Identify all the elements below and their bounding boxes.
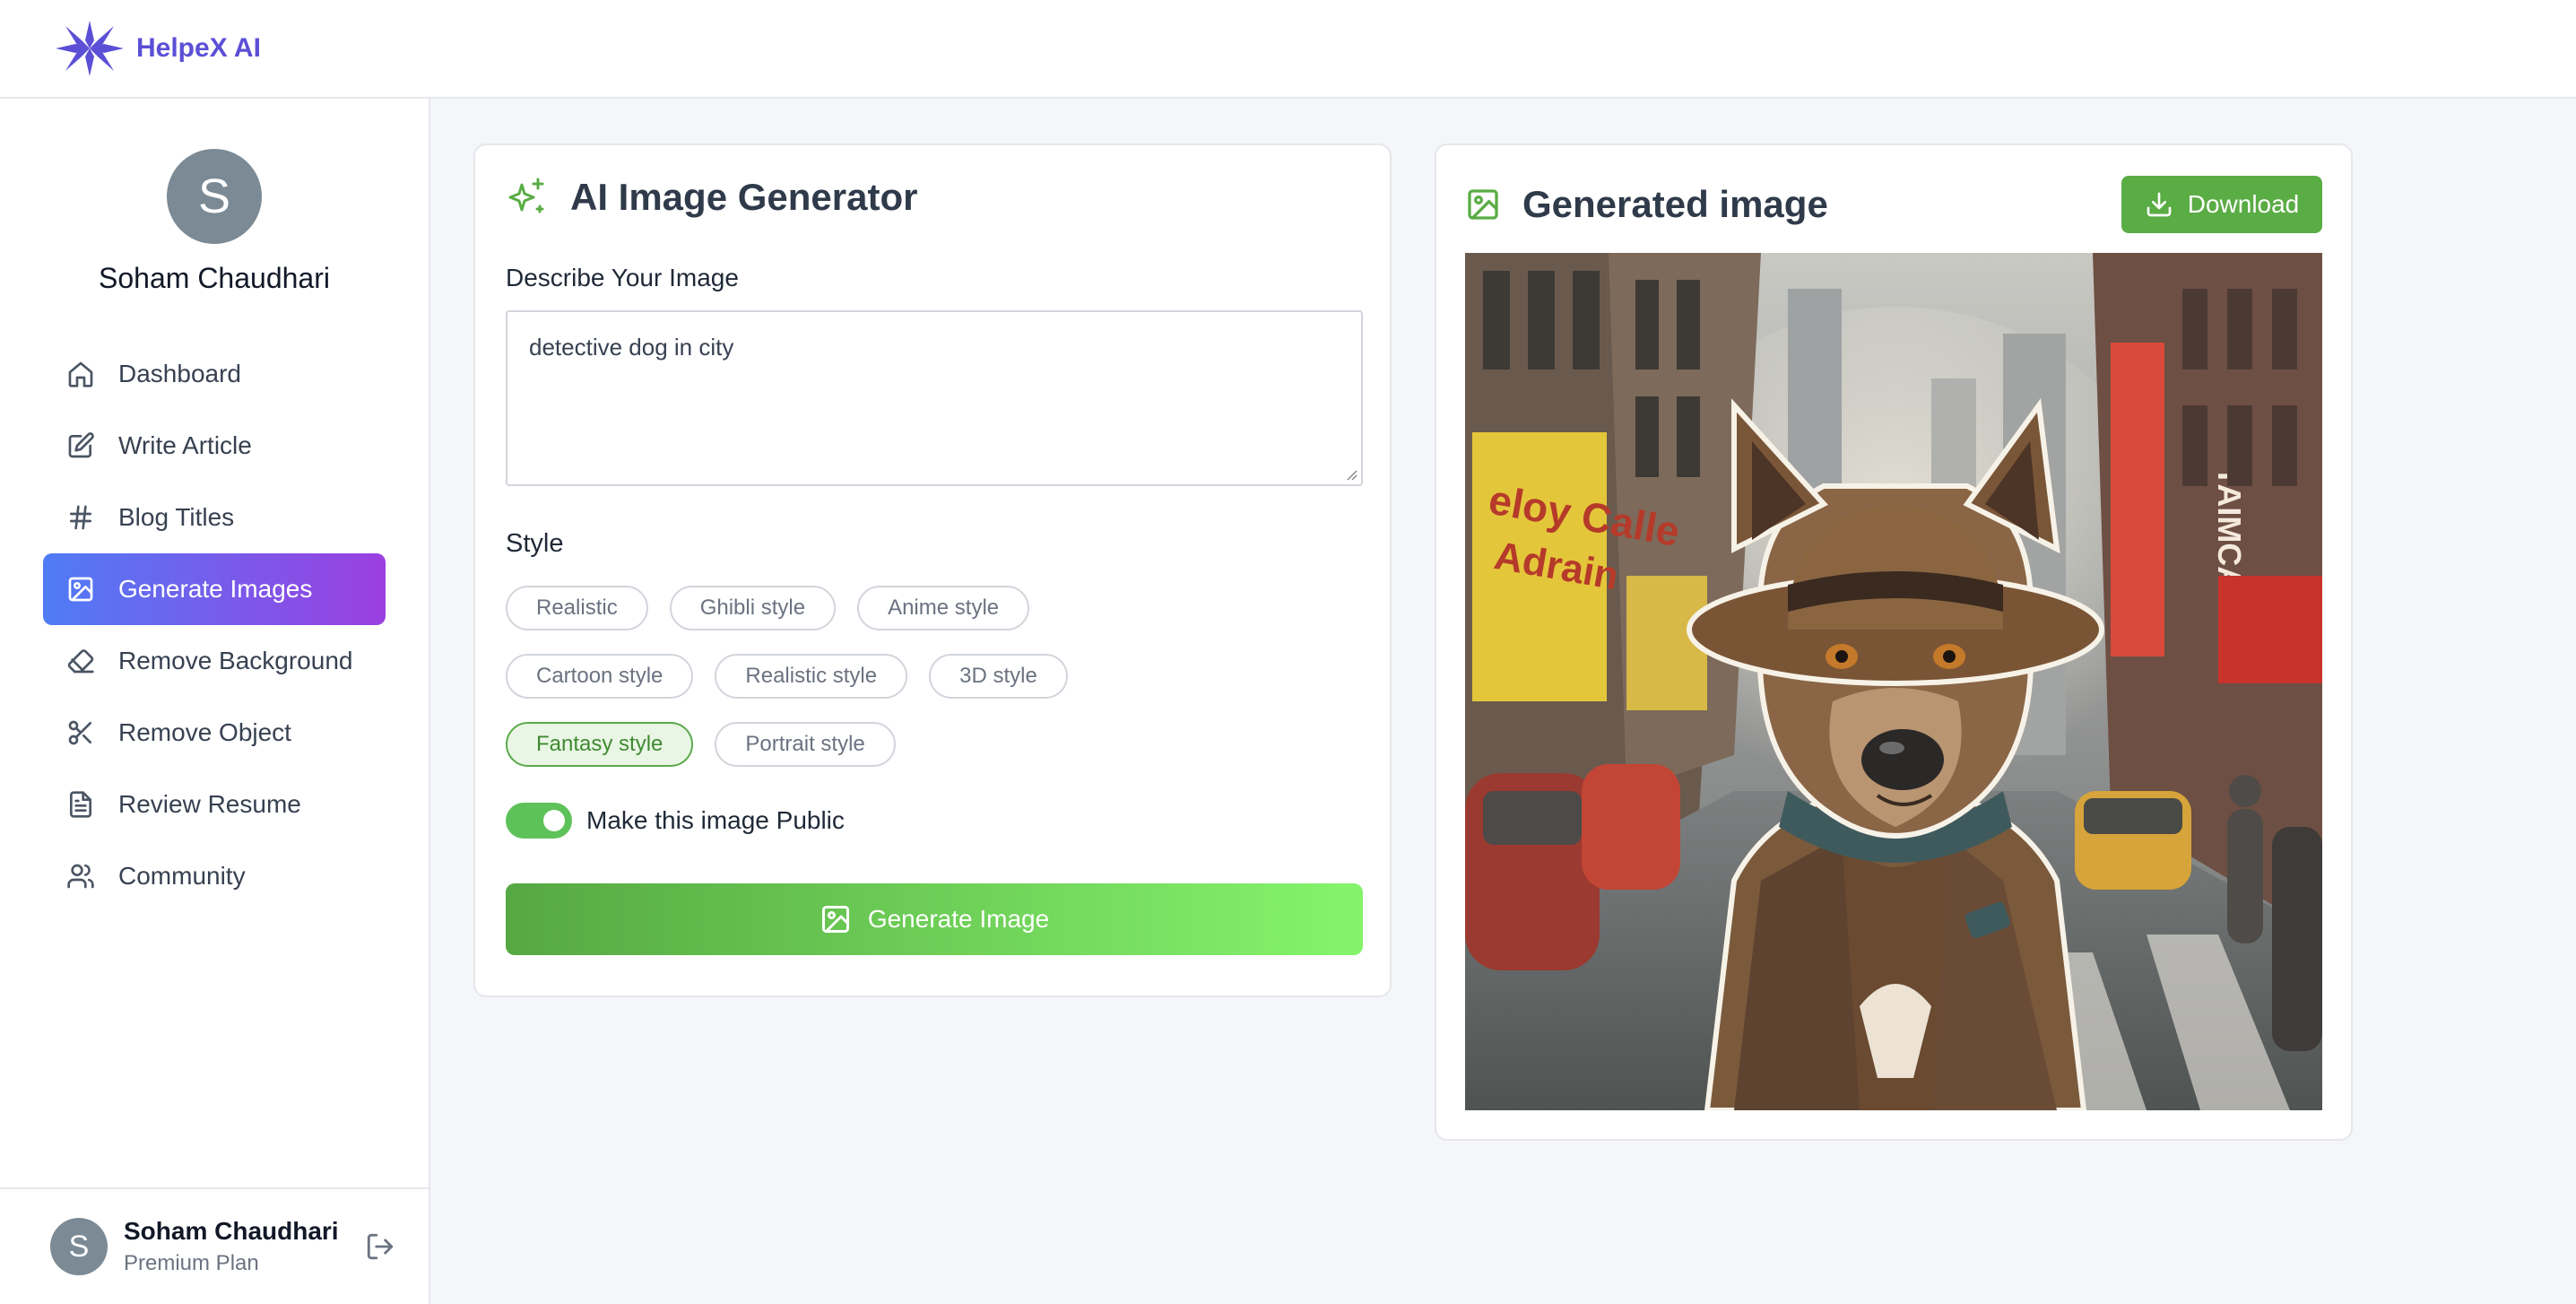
edit-icon (68, 432, 94, 458)
app-name[interactable]: HelpeX AI (136, 33, 261, 64)
sidebar-item-remove-object[interactable]: Remove Object (43, 697, 386, 769)
sidebar-nav: Dashboard Write Article Blog Titles Gene… (0, 338, 429, 912)
scissors-icon (68, 720, 91, 745)
sidebar-item-community[interactable]: Community (43, 840, 386, 912)
style-chip-anime[interactable]: Anime style (857, 586, 1030, 630)
home-icon (68, 361, 93, 387)
footer-user-plan: Premium Plan (124, 1251, 259, 1275)
sidebar-item-label: Blog Titles (118, 503, 235, 531)
resize-grip-icon[interactable] (1345, 468, 1357, 481)
user-profile: S Soham Chaudhari (0, 99, 429, 295)
avatar[interactable]: S (50, 1218, 108, 1275)
generator-title: AI Image Generator (570, 176, 918, 218)
sidebar-item-remove-background[interactable]: Remove Background (43, 625, 386, 697)
hash-icon (70, 505, 91, 530)
sidebar-item-label: Community (118, 862, 246, 890)
style-chip-fantasy[interactable]: Fantasy style (506, 722, 694, 767)
sidebar-item-blog-titles[interactable]: Blog Titles (43, 482, 386, 553)
image-icon (1468, 189, 1498, 220)
avatar[interactable]: S (167, 149, 262, 244)
public-toggle-label: Make this image Public (586, 806, 845, 834)
file-text-icon (70, 791, 91, 818)
generated-image-card: Generated image Download eloy Calle Adra… (1435, 143, 2353, 1141)
style-chip-3d[interactable]: 3D style (929, 654, 1068, 699)
sidebar-footer: S Soham Chaudhari Premium Plan (0, 1187, 429, 1304)
logout-button[interactable] (362, 1229, 398, 1265)
sidebar-item-generate-images[interactable]: Generate Images (43, 553, 386, 625)
download-button[interactable]: Download (2121, 176, 2322, 233)
style-options: Realistic Ghibli style Anime style Carto… (506, 586, 1363, 767)
style-chip-portrait[interactable]: Portrait style (715, 722, 896, 767)
sidebar-item-label: Remove Object (118, 718, 291, 746)
generated-image[interactable]: eloy Calle Adrain TAIMCA (1465, 253, 2322, 1110)
sidebar-item-label: Generate Images (118, 575, 313, 603)
eraser-icon (67, 649, 94, 674)
top-bar: HelpeX AI (0, 0, 2576, 99)
style-label: Style (506, 529, 564, 558)
style-chip-realistic[interactable]: Realistic (506, 586, 648, 630)
style-chip-ghibli[interactable]: Ghibli style (669, 586, 837, 630)
style-chip-cartoon[interactable]: Cartoon style (506, 654, 694, 699)
prompt-value: detective dog in city (529, 334, 734, 361)
image-generator-card: AI Image Generator Describe Your Image d… (473, 143, 1392, 997)
public-toggle[interactable] (506, 803, 572, 839)
sidebar: S Soham Chaudhari Dashboard Write Articl… (0, 99, 430, 1304)
download-button-label: Download (2187, 190, 2300, 218)
generate-button-label: Generate Image (867, 905, 1050, 933)
users-icon (67, 864, 94, 889)
sidebar-item-label: Remove Background (118, 647, 353, 674)
sidebar-item-label: Dashboard (118, 360, 241, 387)
sparkles-icon (508, 178, 544, 213)
sidebar-item-write-article[interactable]: Write Article (43, 410, 386, 482)
prompt-textarea[interactable]: detective dog in city (506, 310, 1363, 486)
describe-label: Describe Your Image (506, 264, 739, 291)
style-chip-realistic-style[interactable]: Realistic style (715, 654, 908, 699)
sidebar-item-label: Write Article (118, 431, 252, 459)
sidebar-item-review-resume[interactable]: Review Resume (43, 769, 386, 840)
sidebar-item-dashboard[interactable]: Dashboard (43, 338, 386, 410)
generate-image-button[interactable]: Generate Image (506, 883, 1363, 955)
logo-icon[interactable] (56, 21, 124, 76)
download-icon (2147, 192, 2172, 217)
generated-image-title: Generated image (1522, 183, 1828, 225)
footer-user-name: Soham Chaudhari (124, 1217, 339, 1245)
sidebar-item-label: Review Resume (118, 790, 301, 818)
image-icon (68, 577, 93, 602)
image-icon (821, 906, 849, 933)
profile-name: Soham Chaudhari (99, 262, 330, 294)
logout-icon (367, 1233, 393, 1260)
